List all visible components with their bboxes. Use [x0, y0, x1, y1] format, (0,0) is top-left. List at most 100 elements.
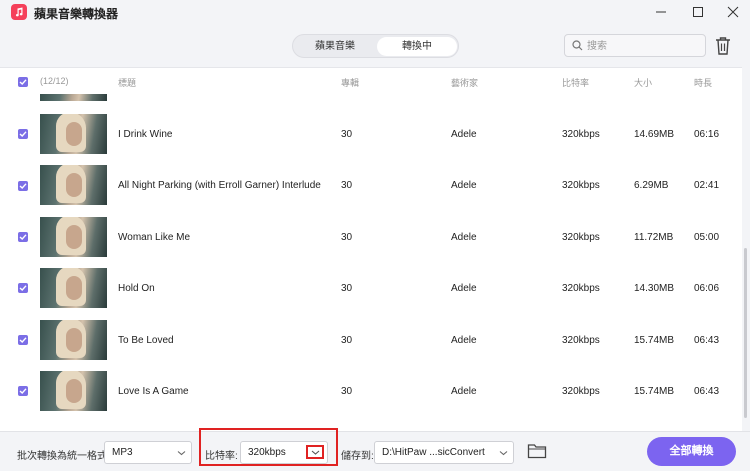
folder-icon: [527, 444, 547, 459]
row-checkbox[interactable]: [18, 129, 28, 139]
song-artist: Adele: [451, 180, 477, 191]
row-checkbox[interactable]: [18, 181, 28, 191]
table-row[interactable]: To Be Loved 30 Adele 320kbps 15.74MB 06:…: [0, 314, 742, 365]
save-to-label: 儲存到:: [341, 451, 374, 462]
song-title: To Be Loved: [118, 335, 174, 346]
table-row[interactable]: Hold On 30 Adele 320kbps 14.30MB 06:06: [0, 263, 742, 314]
album-art-partial: [40, 94, 107, 101]
song-bitrate: 320kbps: [562, 283, 600, 294]
row-checkbox[interactable]: [18, 386, 28, 396]
save-path-value: D:\HitPaw ...sicConvert: [382, 447, 485, 458]
header-duration[interactable]: 時長: [694, 76, 712, 89]
chevron-down-icon: [311, 450, 320, 455]
delete-all-button[interactable]: [714, 36, 732, 59]
song-bitrate: 320kbps: [562, 386, 600, 397]
song-album: 30: [341, 180, 353, 191]
check-icon: [19, 285, 27, 291]
chevron-down-icon: [177, 451, 186, 456]
song-size: 11.72MB: [634, 232, 674, 243]
song-duration: 06:43: [694, 386, 720, 397]
header-bitrate[interactable]: 比特率: [562, 76, 589, 89]
minimize-button[interactable]: [651, 3, 671, 21]
table-header: (12/12) 標題 專輯 藝術家 比特率 大小 時長: [0, 68, 742, 101]
close-icon: [727, 6, 739, 18]
album-art: [40, 165, 107, 205]
app-logo: [11, 4, 27, 20]
song-artist: Adele: [451, 386, 477, 397]
song-bitrate: 320kbps: [562, 129, 600, 140]
maximize-icon: [693, 7, 703, 17]
bitrate-dropdown-button[interactable]: [306, 445, 324, 459]
song-title: Love Is A Game: [118, 386, 189, 397]
header-title[interactable]: 標題: [118, 76, 136, 89]
song-bitrate: 320kbps: [562, 180, 600, 191]
tab-converting[interactable]: 轉換中: [377, 37, 457, 56]
table-row[interactable]: All Night Parking (with Erroll Garner) I…: [0, 160, 742, 211]
check-icon: [19, 388, 27, 394]
maximize-button[interactable]: [688, 3, 708, 21]
check-icon: [19, 234, 27, 240]
song-size: 14.30MB: [634, 283, 675, 294]
trash-icon: [716, 37, 730, 55]
tab-apple-music[interactable]: 蘋果音樂: [295, 37, 375, 56]
check-icon: [19, 131, 27, 137]
row-checkbox[interactable]: [18, 232, 28, 242]
song-artist: Adele: [451, 129, 477, 140]
header-artist[interactable]: 藝術家: [451, 76, 478, 89]
song-title: Hold On: [118, 283, 155, 294]
song-title: Woman Like Me: [118, 232, 191, 243]
app-title: 蘋果音樂轉換器: [34, 7, 119, 21]
minimize-icon: [656, 11, 666, 13]
song-artist: Adele: [451, 335, 477, 346]
table-row[interactable]: Woman Like Me 30 Adele 320kbps 11.72MB 0…: [0, 211, 742, 262]
tab-bar: 蘋果音樂 轉換中: [292, 34, 459, 58]
song-size: 14.69MB: [634, 129, 675, 140]
format-select[interactable]: MP3: [104, 441, 192, 464]
close-button[interactable]: [723, 3, 743, 21]
song-duration: 06:43: [694, 335, 720, 346]
song-duration: 06:16: [694, 129, 720, 140]
select-all-checkbox[interactable]: [18, 77, 28, 87]
convert-all-button[interactable]: 全部轉換: [647, 437, 736, 466]
table-row[interactable]: I Drink Wine 30 Adele 320kbps 14.69MB 06…: [0, 108, 742, 159]
header-size[interactable]: 大小: [634, 76, 652, 89]
song-album: 30: [341, 335, 353, 346]
selected-count: (12/12): [40, 76, 69, 86]
song-album: 30: [341, 232, 353, 243]
song-list: (12/12) 標題 專輯 藝術家 比特率 大小 時長 I Drink Wine…: [0, 67, 742, 431]
open-folder-button[interactable]: [527, 442, 547, 462]
album-art: [40, 320, 107, 360]
song-size: 15.74MB: [634, 335, 675, 346]
table-row[interactable]: Love Is A Game 30 Adele 320kbps 15.74MB …: [0, 365, 742, 416]
check-icon: [19, 337, 27, 343]
music-note-icon: [15, 7, 23, 17]
album-art: [40, 268, 107, 308]
search-box[interactable]: [564, 34, 706, 57]
check-icon: [19, 183, 27, 189]
song-bitrate: 320kbps: [562, 335, 600, 346]
format-value: MP3: [112, 447, 133, 458]
song-title: All Night Parking (with Erroll Garner) I…: [118, 180, 321, 191]
album-art: [40, 217, 107, 257]
row-checkbox[interactable]: [18, 335, 28, 345]
song-size: 15.74MB: [634, 386, 675, 397]
chevron-down-icon: [499, 451, 508, 456]
song-album: 30: [341, 283, 353, 294]
title-bar: 蘋果音樂轉換器: [0, 0, 750, 26]
footer-bar: 批次轉換為統一格式: MP3 比特率: 320kbps 儲存到: D:\HitP…: [0, 431, 750, 471]
album-art: [40, 371, 107, 411]
song-duration: 02:41: [694, 180, 720, 191]
song-duration: 05:00: [694, 232, 720, 243]
row-checkbox[interactable]: [18, 283, 28, 293]
header-album[interactable]: 專輯: [341, 76, 359, 89]
song-title: I Drink Wine: [118, 129, 173, 140]
save-path-select[interactable]: D:\HitPaw ...sicConvert: [374, 441, 514, 464]
search-input[interactable]: [587, 38, 699, 54]
song-artist: Adele: [451, 283, 477, 294]
song-artist: Adele: [451, 232, 477, 243]
search-icon: [572, 40, 583, 51]
list-scrollbar[interactable]: [744, 248, 747, 418]
song-size: 6.29MB: [634, 180, 669, 191]
song-bitrate: 320kbps: [562, 232, 600, 243]
song-album: 30: [341, 129, 353, 140]
